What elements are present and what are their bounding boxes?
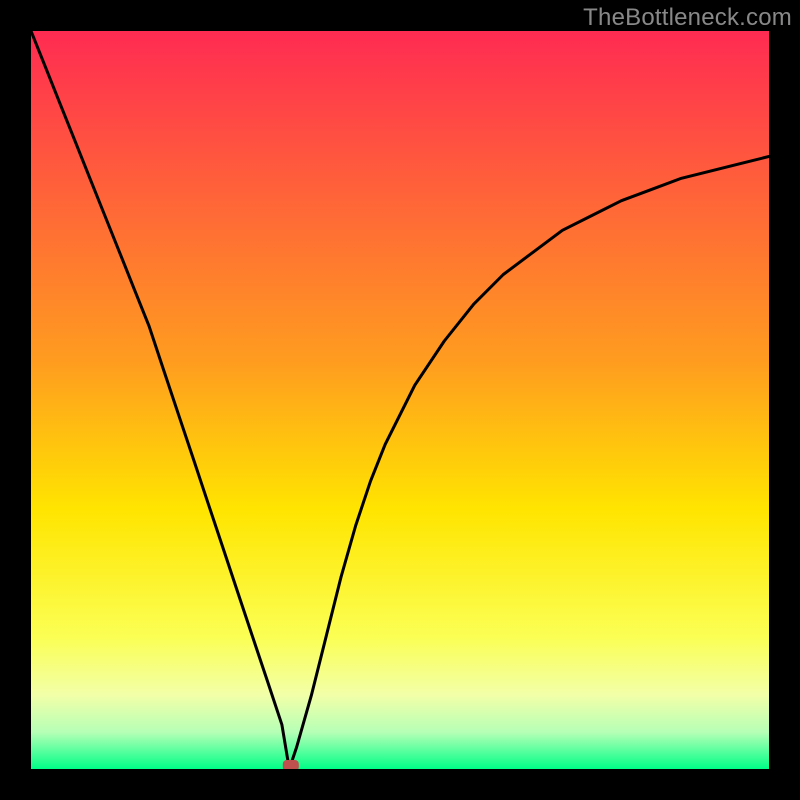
chart-frame: [31, 31, 769, 769]
attribution-text: TheBottleneck.com: [583, 4, 792, 32]
optimal-point-marker: [283, 760, 299, 769]
gradient-background: [31, 31, 769, 769]
bottleneck-chart: [31, 31, 769, 769]
